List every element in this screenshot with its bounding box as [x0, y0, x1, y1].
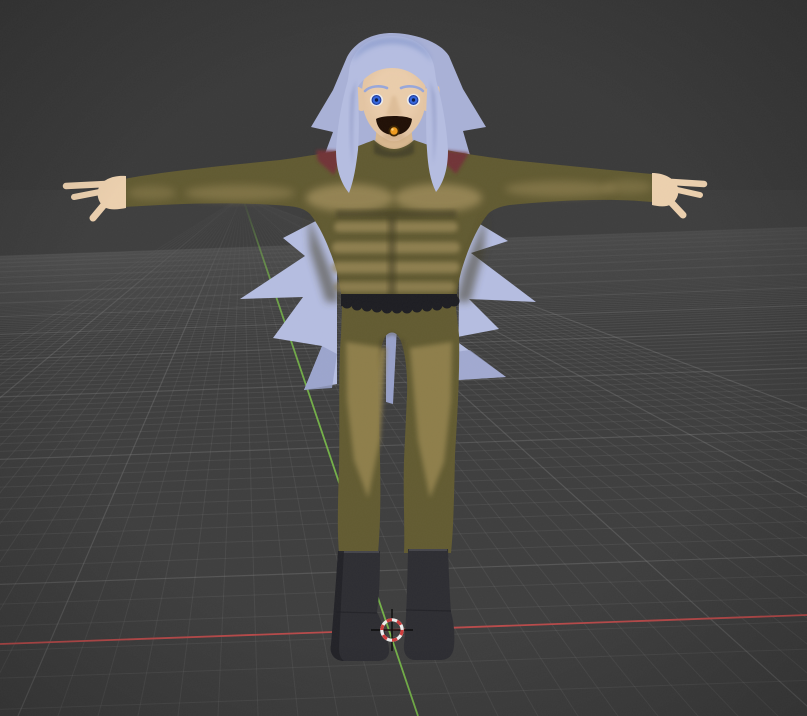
viewport-3d[interactable]: [0, 0, 807, 716]
grain-overlay: [0, 0, 807, 716]
